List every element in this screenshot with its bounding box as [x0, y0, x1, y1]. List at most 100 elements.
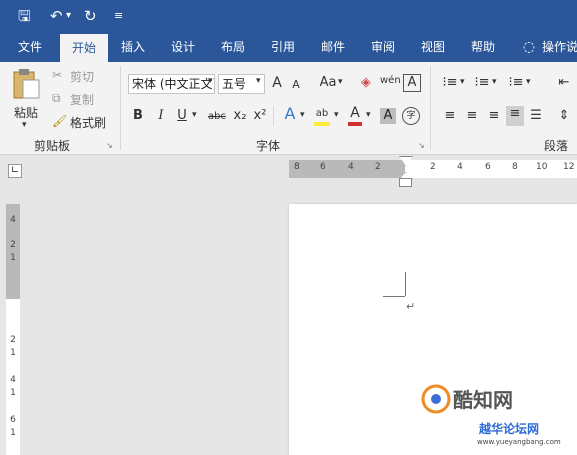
chevron-down-icon[interactable]: ▾: [366, 110, 371, 120]
chevron-down-icon[interactable]: ▾: [208, 76, 213, 86]
ruler-label: 2: [430, 162, 436, 172]
character-shading-button[interactable]: A: [380, 108, 396, 124]
bold-button[interactable]: B: [132, 108, 144, 124]
chevron-down-icon[interactable]: ▾: [460, 77, 465, 87]
copy-button[interactable]: 复制: [70, 91, 94, 108]
ruler-label: 10: [536, 162, 548, 172]
paragraph-group-label: 段落: [544, 139, 569, 153]
ruler-label: 1: [10, 348, 16, 358]
align-left-icon[interactable]: ≡: [442, 108, 458, 124]
chevron-down-icon[interactable]: ▾: [338, 77, 343, 87]
ruler-label: 6: [10, 415, 16, 425]
shrink-font-button[interactable]: A: [290, 77, 302, 93]
ribbon-home: 粘贴 ▾ ✂ 剪切 ⧉ 复制 🖌 格式刷 剪贴板 ↘ 宋体 (中文正文) ▾ 五…: [0, 62, 577, 155]
character-border-button[interactable]: A: [403, 74, 421, 92]
tab-file[interactable]: 文件: [6, 32, 54, 62]
font-group-label: 字体: [256, 139, 281, 153]
paste-label: 粘贴: [14, 106, 39, 120]
highlight-color-swatch: [314, 122, 330, 126]
tab-design[interactable]: 设计: [158, 32, 208, 62]
tab-layout[interactable]: 布局: [208, 32, 258, 62]
chevron-down-icon[interactable]: ▾: [192, 110, 197, 120]
tab-insert[interactable]: 插入: [108, 32, 158, 62]
ruler-label: 1: [10, 253, 16, 263]
font-color-button[interactable]: A: [348, 105, 362, 121]
ruler-label: 2: [375, 162, 381, 172]
ruler-label: 6: [320, 162, 326, 172]
cut-button[interactable]: 剪切: [70, 68, 94, 85]
change-case-button[interactable]: Aa: [318, 75, 338, 91]
tab-view[interactable]: 视图: [408, 32, 458, 62]
multilevel-list-icon[interactable]: ⁝≡: [508, 75, 524, 91]
brush-icon: 🖌: [52, 114, 68, 128]
copy-icon: ⧉: [52, 91, 61, 105]
underline-button[interactable]: U: [176, 108, 188, 124]
chevron-down-icon[interactable]: ▾: [526, 77, 531, 87]
subscript-button[interactable]: x₂: [232, 108, 248, 124]
chevron-down-icon[interactable]: ▾: [492, 77, 497, 87]
undo-dropdown-icon[interactable]: ▾: [66, 6, 71, 26]
paste-button[interactable]: 粘贴 ▾: [8, 66, 44, 130]
strikethrough-button[interactable]: abc: [206, 109, 228, 125]
ruler-label: 4: [348, 162, 354, 172]
align-right-icon[interactable]: ≡: [486, 108, 502, 124]
align-center-icon[interactable]: ≡: [464, 108, 480, 124]
tab-review[interactable]: 审阅: [358, 32, 408, 62]
watermark-subtitle: 越华论坛网: [479, 422, 540, 436]
justify-icon[interactable]: ≡: [506, 106, 524, 126]
format-painter-button[interactable]: 格式刷: [70, 114, 106, 131]
chevron-down-icon[interactable]: ▾: [334, 110, 339, 120]
tab-home[interactable]: 开始: [60, 34, 108, 62]
left-indent-marker[interactable]: [399, 178, 412, 187]
chevron-down-icon[interactable]: ▾: [256, 76, 261, 86]
enclose-characters-button[interactable]: 字: [402, 107, 420, 125]
chevron-down-icon: ▾: [22, 120, 27, 130]
ruler-margin-left: [289, 160, 405, 178]
watermark-logo: 酷知网 越华论坛网 www.yueyangbang.com: [419, 380, 574, 452]
numbering-icon[interactable]: ⁝≡: [474, 75, 490, 91]
italic-button[interactable]: I: [155, 108, 167, 124]
ruler-label: 8: [294, 162, 300, 172]
tab-references[interactable]: 引用: [258, 32, 308, 62]
line-spacing-icon[interactable]: ⇕: [556, 108, 572, 124]
group-divider: [430, 66, 431, 150]
watermark-url: www.yueyangbang.com: [477, 438, 561, 446]
chevron-down-icon[interactable]: ▾: [300, 110, 305, 120]
document-page[interactable]: ↵ 酷知网 越华论坛网 www.yueyangbang.com: [289, 204, 577, 455]
watermark-emblem: [421, 384, 451, 414]
dialog-launcher-icon[interactable]: ↘: [106, 141, 113, 150]
phonetic-guide-button[interactable]: wén: [380, 73, 401, 89]
font-color-swatch: [348, 122, 362, 126]
text-effects-button[interactable]: A: [282, 106, 298, 122]
scissors-icon: ✂: [52, 68, 63, 82]
font-family-value: 宋体 (中文正文): [132, 77, 215, 91]
dialog-launcher-icon[interactable]: ↘: [418, 141, 425, 150]
clipboard-group-label: 剪贴板: [34, 139, 71, 153]
tab-mailings[interactable]: 邮件: [308, 32, 358, 62]
highlight-button[interactable]: ab: [314, 106, 330, 122]
ruler-label: 4: [10, 375, 16, 385]
customize-icon[interactable]: ≡: [114, 6, 123, 26]
bullets-icon[interactable]: ⁝≡: [442, 75, 458, 91]
save-icon[interactable]: 🖫: [18, 6, 31, 26]
lightbulb-icon[interactable]: ◌: [518, 32, 540, 62]
ribbon-tabs: 文件 开始 插入 设计 布局 引用 邮件 审阅 视图 帮助 ◌ 操作说明: [0, 32, 577, 62]
margin-crop-mark-horizontal: [383, 296, 405, 297]
grow-font-button[interactable]: A: [270, 75, 284, 91]
tab-help[interactable]: 帮助: [458, 32, 508, 62]
font-family-select[interactable]: 宋体 (中文正文): [128, 74, 215, 94]
tell-me-search[interactable]: 操作说明: [542, 32, 577, 62]
watermark-title: 酷知网: [453, 388, 513, 412]
paragraph-mark-icon[interactable]: ↵: [406, 300, 415, 313]
quick-access-toolbar: 🖫 ↶ ▾ ↻ ≡: [0, 0, 577, 32]
ruler-label: 4: [10, 215, 16, 225]
undo-icon[interactable]: ↶: [50, 6, 63, 26]
distributed-align-icon[interactable]: ☰: [528, 108, 544, 124]
superscript-button[interactable]: x²: [252, 108, 268, 124]
ruler-label: 6: [485, 162, 491, 172]
redo-icon[interactable]: ↻: [84, 6, 97, 26]
clear-formatting-button[interactable]: ◈: [358, 75, 374, 91]
decrease-indent-icon[interactable]: ⇤: [556, 75, 572, 91]
group-divider: [273, 106, 274, 126]
tab-selector-icon[interactable]: ∟: [8, 164, 22, 178]
